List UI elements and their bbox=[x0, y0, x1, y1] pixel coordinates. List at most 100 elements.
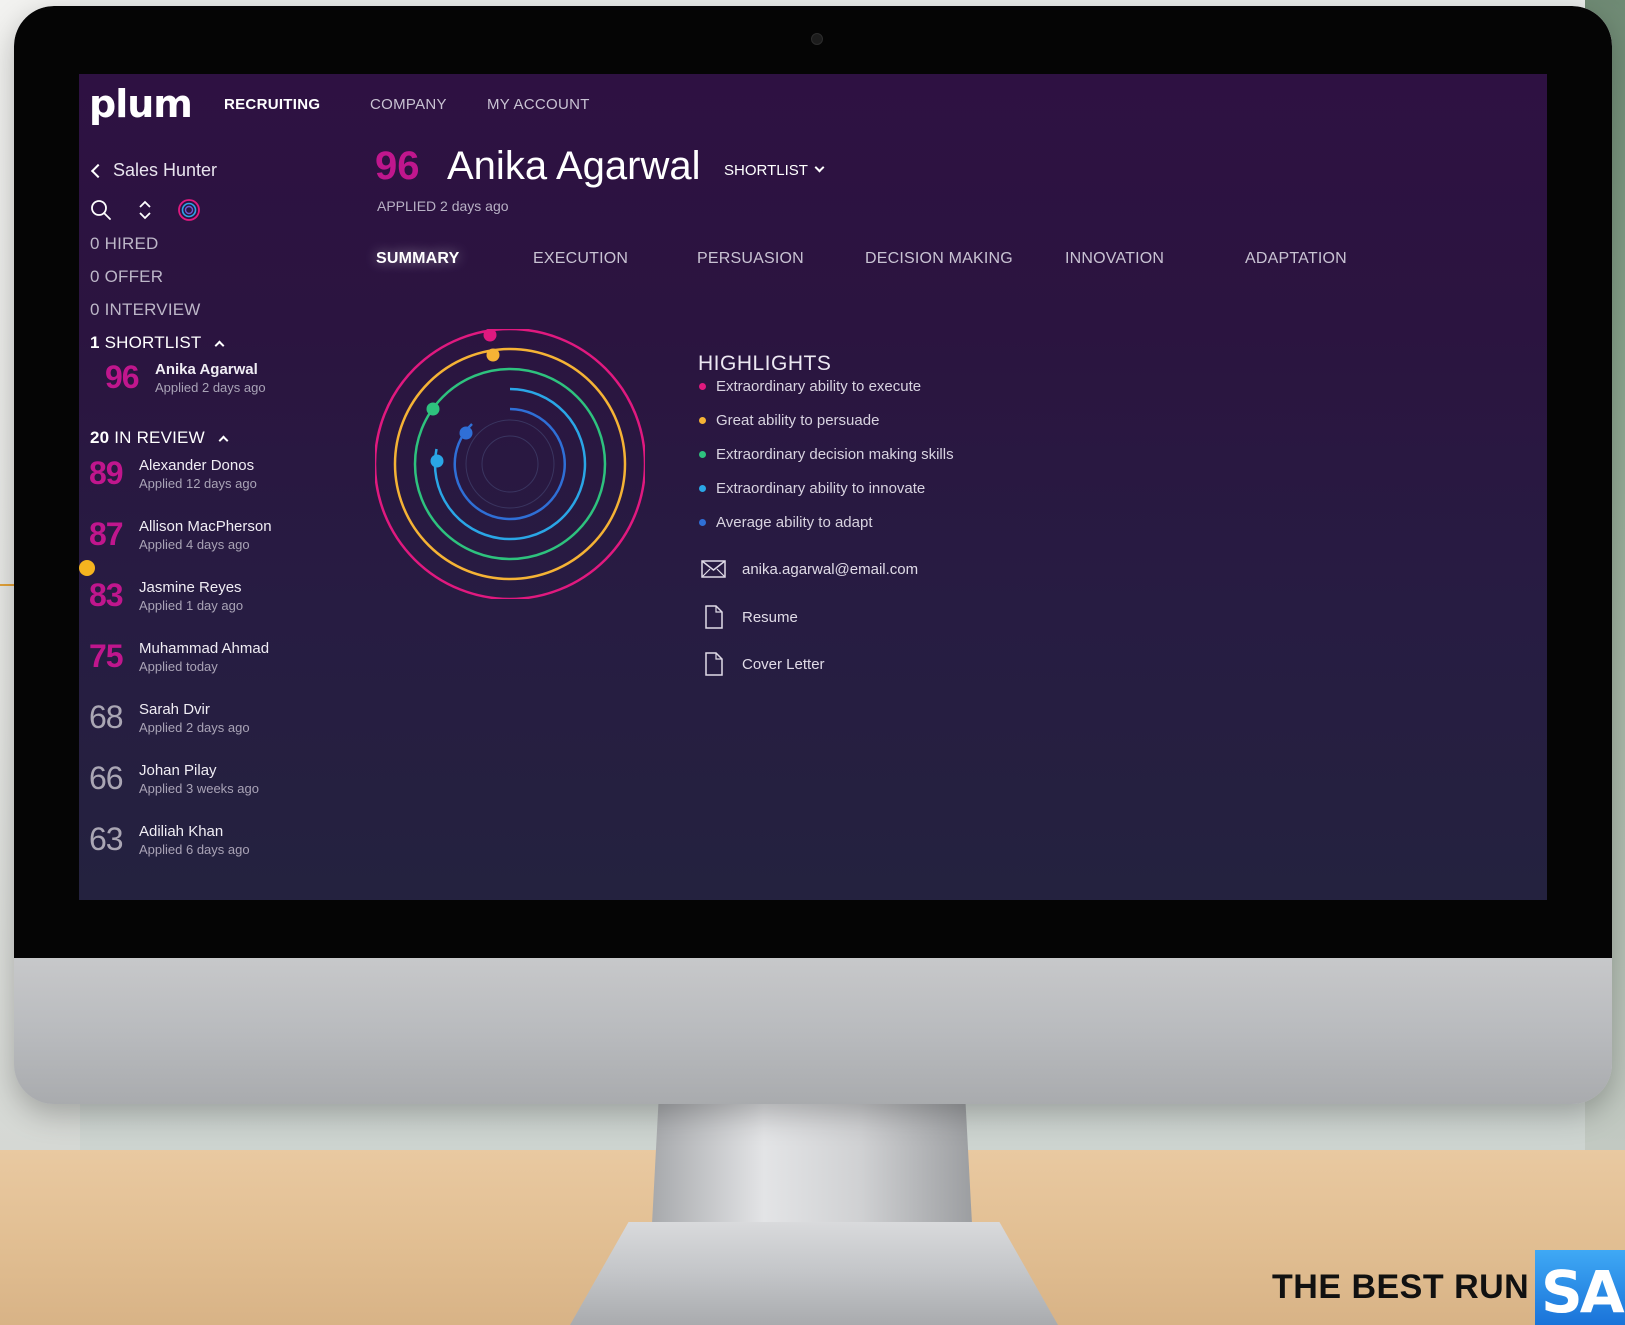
stage-shortlist-count: 1 bbox=[90, 333, 100, 352]
candidate-item[interactable]: 96 Anika Agarwal Applied 2 days ago bbox=[105, 359, 266, 396]
chart-inner-guide bbox=[481, 435, 539, 493]
marker-persuasion bbox=[486, 348, 500, 362]
stage-offer[interactable]: 0 OFFER bbox=[90, 267, 163, 287]
sidebar-toolbar bbox=[89, 198, 201, 222]
status-dot bbox=[79, 560, 95, 576]
status-dropdown-label: SHORTLIST bbox=[724, 162, 808, 179]
stage-in-review[interactable]: 20 IN REVIEW bbox=[90, 428, 229, 448]
candidate-score: 66 bbox=[89, 760, 124, 796]
tab-adaptation[interactable]: ADAPTATION bbox=[1245, 250, 1347, 268]
stage-interview-label: INTERVIEW bbox=[104, 300, 201, 319]
candidate-header-score: 96 bbox=[375, 144, 420, 188]
marker-adaptation bbox=[459, 426, 473, 440]
tab-summary[interactable]: SUMMARY bbox=[376, 250, 459, 268]
app-screen: plum RECRUITING COMPANY MY ACCOUNT Sales… bbox=[79, 74, 1547, 900]
candidate-score: 68 bbox=[89, 699, 124, 735]
highlight-item: Extraordinary ability to execute bbox=[699, 378, 921, 395]
stage-hired[interactable]: 0 HIRED bbox=[90, 234, 159, 254]
bullet-dot-icon bbox=[699, 383, 706, 390]
sort-icon[interactable] bbox=[133, 198, 157, 222]
envelope-icon bbox=[701, 560, 726, 578]
nav-my-account[interactable]: MY ACCOUNT bbox=[487, 96, 590, 113]
stage-in-review-label: IN REVIEW bbox=[114, 428, 205, 447]
candidate-item[interactable]: 63 Adiliah Khan Applied 6 days ago bbox=[89, 821, 250, 858]
tab-persuasion[interactable]: PERSUASION bbox=[697, 250, 804, 268]
candidate-item[interactable]: 89 Alexander Donos Applied 12 days ago bbox=[89, 455, 257, 492]
candidate-name: Sarah Dvir bbox=[139, 700, 210, 718]
nav-recruiting[interactable]: RECRUITING bbox=[224, 96, 320, 113]
ring-decision-making bbox=[413, 367, 607, 561]
search-icon[interactable] bbox=[89, 198, 113, 222]
candidate-applied: Applied 6 days ago bbox=[139, 841, 250, 857]
resume-label: Resume bbox=[742, 608, 798, 626]
cover-letter-label: Cover Letter bbox=[742, 655, 825, 673]
candidate-applied: Applied 3 weeks ago bbox=[139, 780, 259, 796]
highlight-item: Extraordinary ability to innovate bbox=[699, 480, 925, 497]
highlight-item: Great ability to persuade bbox=[699, 412, 879, 429]
tab-execution[interactable]: EXECUTION bbox=[533, 250, 628, 268]
marker-innovation bbox=[430, 454, 444, 468]
highlight-text: Extraordinary ability to execute bbox=[716, 378, 922, 395]
ring-innovation bbox=[433, 387, 587, 541]
candidate-applied: Applied 12 days ago bbox=[139, 475, 257, 491]
chevron-up-icon bbox=[214, 340, 225, 351]
highlight-text: Great ability to persuade bbox=[716, 412, 880, 429]
slogan-text: THE BEST RUN bbox=[1272, 1268, 1530, 1306]
stage-hired-label: HIRED bbox=[104, 234, 159, 253]
highlight-text: Extraordinary decision making skills bbox=[716, 446, 954, 463]
candidate-name: Adiliah Khan bbox=[139, 822, 224, 840]
sap-logo: SAP bbox=[1535, 1250, 1625, 1325]
plum-logo[interactable]: plum bbox=[89, 82, 193, 126]
stage-offer-label: OFFER bbox=[104, 267, 164, 286]
nav-company[interactable]: COMPANY bbox=[370, 96, 447, 113]
stage-interview[interactable]: 0 INTERVIEW bbox=[90, 300, 201, 320]
sap-logo-text: SAP bbox=[1541, 1258, 1625, 1325]
candidate-item[interactable]: 75 Muhammad Ahmad Applied today bbox=[89, 638, 269, 675]
stage-shortlist[interactable]: 1 SHORTLIST bbox=[90, 333, 225, 353]
candidate-score: 75 bbox=[89, 638, 124, 674]
back-to-job-link[interactable]: Sales Hunter bbox=[89, 160, 217, 181]
cover-letter-link[interactable]: Cover Letter bbox=[701, 652, 825, 676]
candidate-name: Anika Agarwal bbox=[155, 360, 258, 378]
email-link[interactable]: anika.agarwal@email.com bbox=[701, 560, 918, 578]
candidate-applied: Applied today bbox=[139, 658, 218, 674]
candidate-item[interactable]: 66 Johan Pilay Applied 3 weeks ago bbox=[89, 760, 259, 797]
candidate-score: 96 bbox=[105, 359, 140, 395]
monitor-stand-neck bbox=[652, 1104, 972, 1224]
ring-persuasion bbox=[393, 347, 627, 581]
bullet-dot-icon bbox=[699, 485, 706, 492]
resume-link[interactable]: Resume bbox=[701, 605, 798, 629]
stage-hired-count: 0 bbox=[90, 234, 100, 253]
tab-innovation[interactable]: INNOVATION bbox=[1065, 250, 1164, 268]
candidate-item[interactable]: 87 Allison MacPherson Applied 4 days ago bbox=[89, 516, 272, 553]
document-icon bbox=[705, 605, 723, 629]
highlight-item: Average ability to adapt bbox=[699, 514, 873, 531]
highlight-text: Extraordinary ability to innovate bbox=[716, 480, 926, 497]
candidate-item[interactable]: 83 Jasmine Reyes Applied 1 day ago bbox=[89, 577, 243, 614]
highlight-text: Average ability to adapt bbox=[716, 514, 873, 531]
stage-in-review-count: 20 bbox=[90, 428, 110, 447]
monitor-stand-base bbox=[570, 1222, 1058, 1325]
job-title: Sales Hunter bbox=[113, 160, 218, 180]
candidate-name: Allison MacPherson bbox=[139, 517, 272, 535]
candidate-applied: Applied 4 days ago bbox=[139, 536, 250, 552]
bullet-dot-icon bbox=[699, 417, 706, 424]
stage-interview-count: 0 bbox=[90, 300, 100, 319]
candidate-item[interactable]: 68 Sarah Dvir Applied 2 days ago bbox=[89, 699, 250, 736]
candidate-score: 63 bbox=[89, 821, 124, 857]
email-address: anika.agarwal@email.com bbox=[742, 560, 919, 578]
candidate-score: 83 bbox=[89, 577, 124, 613]
bullet-dot-icon bbox=[699, 519, 706, 526]
candidate-score: 89 bbox=[89, 455, 124, 491]
highlights-title: HIGHLIGHTS bbox=[698, 352, 832, 375]
chart-inner-guide bbox=[465, 419, 555, 509]
ring-view-icon[interactable] bbox=[177, 198, 201, 222]
status-dropdown[interactable]: SHORTLIST bbox=[724, 162, 825, 179]
candidate-applied-date: APPLIED 2 days ago bbox=[377, 198, 509, 214]
candidate-applied: Applied 2 days ago bbox=[155, 379, 266, 395]
candidate-applied: Applied 1 day ago bbox=[139, 597, 244, 613]
tab-decision-making[interactable]: DECISION MAKING bbox=[865, 250, 1013, 268]
camera-icon bbox=[811, 33, 823, 45]
highlight-item: Extraordinary decision making skills bbox=[699, 446, 954, 463]
candidate-name: Johan Pilay bbox=[139, 761, 217, 779]
